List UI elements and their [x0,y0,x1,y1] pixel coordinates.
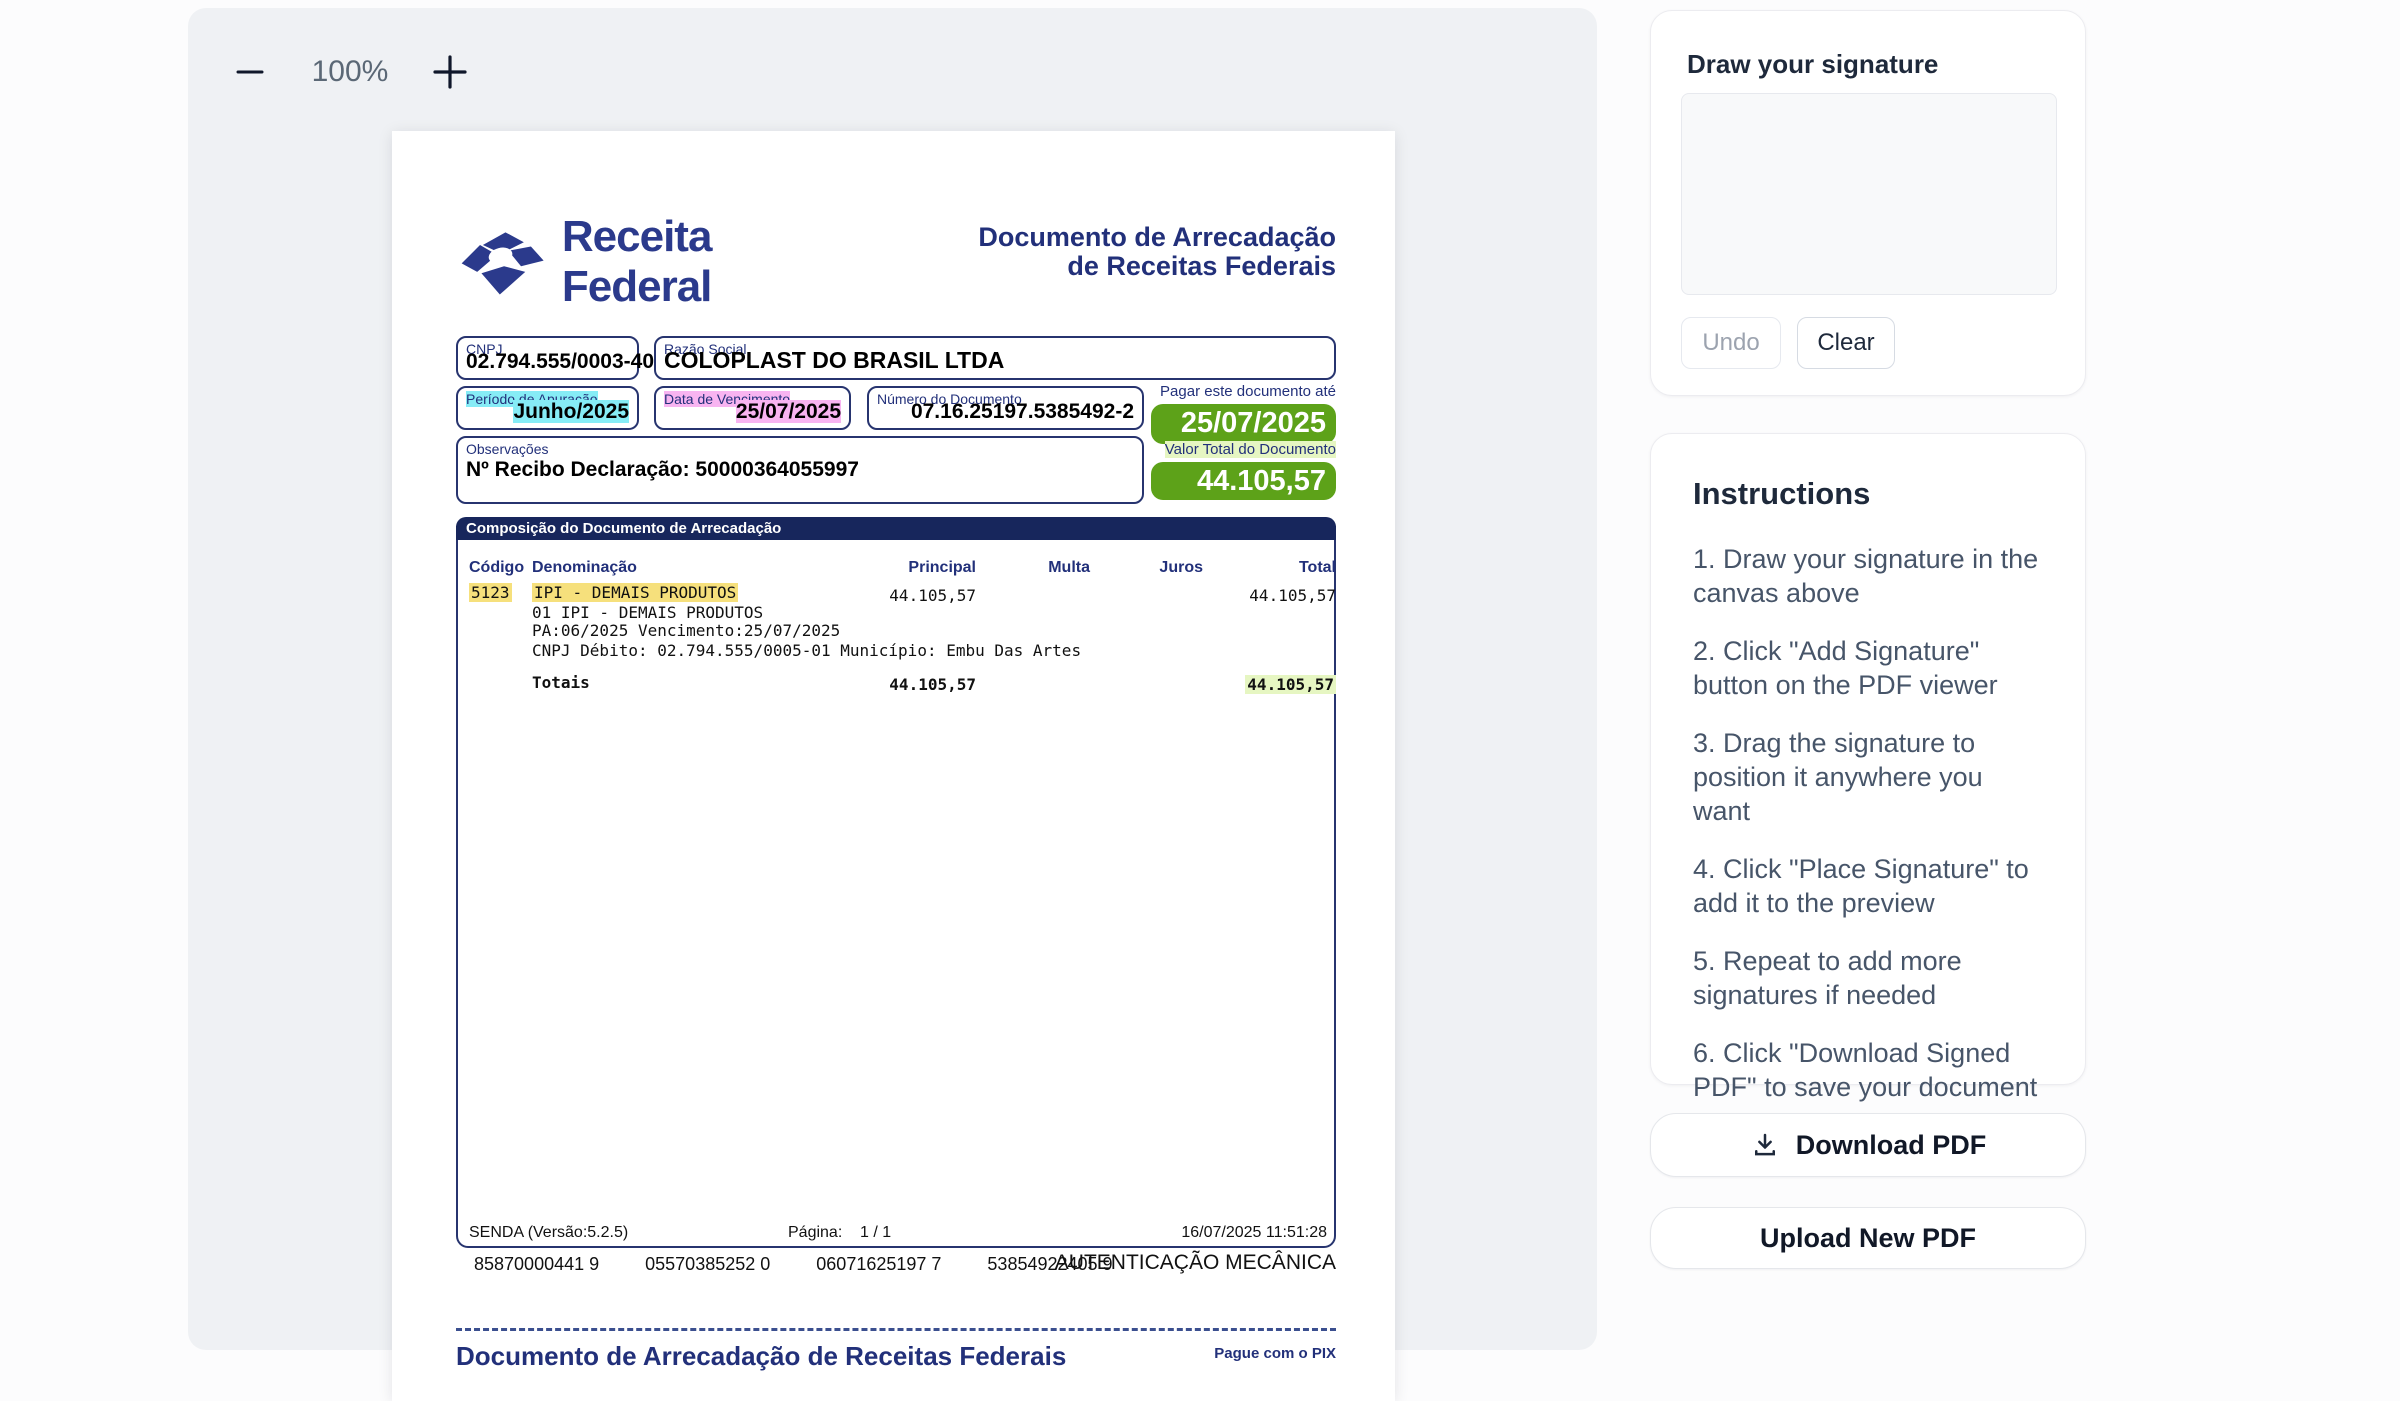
instruction-step: 2. Click "Add Signature" button on the P… [1693,634,2045,702]
pagar-ate-value: 25/07/2025 [1151,404,1336,444]
observacoes-label: Observações [466,441,548,457]
download-icon [1750,1130,1780,1160]
pdf-page: Receita Federal Documento de Arrecadação… [392,131,1395,1401]
valor-total-value: 44.105,57 [1151,462,1336,500]
plus-icon [430,52,470,92]
totais-principal: 44.105,57 [889,675,976,694]
undo-button[interactable]: Undo [1681,317,1781,369]
instruction-step: 1. Draw your signature in the canvas abo… [1693,542,2045,610]
instructions-title: Instructions [1693,476,1870,512]
document-title: Documento de Arrecadação de Receitas Fed… [978,223,1336,281]
periodo-apuracao-field: Período de Apuração Junho/2025 [456,386,639,430]
razao-social-value: COLOPLAST DO BRASIL LTDA [664,347,1326,374]
instructions-list: 1. Draw your signature in the canvas abo… [1693,542,2045,1128]
col-header-principal: Principal [908,559,976,577]
barcode-group: 05570385252 0 [645,1254,770,1275]
numero-documento-value: 07.16.25197.5385492-2 [877,400,1134,424]
cnpj-value: 02.794.555/0003-40 [466,350,629,374]
footer-pagina-value: 1 / 1 [860,1224,891,1242]
instruction-step: 3. Drag the signature to position it any… [1693,726,2045,828]
barcode-numbers: 85870000441 9 05570385252 0 06071625197 … [474,1254,1113,1275]
receita-federal-logo: Receita Federal [456,214,836,309]
logo-wordmark: Receita Federal [562,212,836,312]
totais-label: Totais [532,673,590,692]
row-codigo: 5123 [469,583,512,602]
numero-documento-field: Número do Documento 07.16.25197.5385492-… [867,386,1144,430]
next-section-title: Documento de Arrecadação de Receitas Fed… [456,1341,1066,1372]
table-title-bar: Composição do Documento de Arrecadação [456,517,1336,540]
razao-social-field: Razão Social COLOPLAST DO BRASIL LTDA [654,336,1336,380]
clear-button[interactable]: Clear [1797,317,1895,369]
footer-senda: SENDA (Versão:5.2.5) [469,1224,628,1242]
col-header-juros: Juros [1159,559,1203,577]
row-denominacao: IPI - DEMAIS PRODUTOS [532,583,738,602]
autenticacao-mecanica-label: AUTENTICAÇÃO MECÂNICA [1055,1251,1336,1275]
zoom-in-button[interactable] [430,49,470,95]
zoom-level-label: 100% [306,55,394,89]
signature-card: Draw your signature Undo Clear [1650,10,2086,396]
barcode-group: 85870000441 9 [474,1254,599,1275]
observacoes-field: Observações Nº Recibo Declaração: 500003… [456,436,1144,504]
totais-total: 44.105,57 [1245,675,1336,694]
periodo-apuracao-value: Junho/2025 [513,400,629,423]
upload-new-pdf-button[interactable]: Upload New PDF [1650,1207,2086,1269]
instructions-card: Instructions 1. Draw your signature in t… [1650,433,2086,1085]
row-detail-line: 01 IPI - DEMAIS PRODUTOS [532,603,763,622]
col-header-total: Total [1299,559,1336,577]
pagar-ate-label: Pagar este documento até [1160,383,1336,400]
row-detail-line: PA:06/2025 Vencimento:25/07/2025 [532,621,840,640]
signature-canvas[interactable] [1681,93,2057,295]
download-pdf-label: Download PDF [1796,1130,1987,1161]
observacoes-value: Nº Recibo Declaração: 50000364055997 [466,458,859,482]
row-total: 44.105,57 [1249,586,1336,605]
col-header-codigo: Código [469,559,524,577]
receita-federal-logo-icon [456,216,548,308]
upload-new-pdf-label: Upload New PDF [1760,1223,1976,1254]
cnpj-field: CNPJ 02.794.555/0003-40 [456,336,639,380]
footer-pagina-label: Página: [788,1224,842,1242]
row-principal: 44.105,57 [889,586,976,605]
instruction-step: 4. Click "Place Signature" to add it to … [1693,852,2045,920]
instruction-step: 5. Repeat to add more signatures if need… [1693,944,2045,1012]
download-pdf-button[interactable]: Download PDF [1650,1113,2086,1177]
instruction-step: 6. Click "Download Signed PDF" to save y… [1693,1036,2045,1104]
valor-total-label: Valor Total do Documento [1165,441,1336,458]
pix-label: Pague com o PIX [1214,1345,1336,1362]
footer-datetime: 16/07/2025 11:51:28 [1181,1224,1327,1242]
minus-icon [233,55,267,89]
col-header-denominacao: Denominação [532,559,637,577]
zoom-toolbar: 100% [230,48,470,96]
col-header-multa: Multa [1048,559,1090,577]
data-vencimento-value: 25/07/2025 [736,400,841,423]
zoom-out-button[interactable] [230,49,270,95]
barcode-group: 06071625197 7 [816,1254,941,1275]
signature-card-title: Draw your signature [1687,49,1938,80]
row-detail-line: CNPJ Débito: 02.794.555/0005-01 Municípi… [532,641,1081,660]
cut-line-separator [456,1328,1336,1331]
data-vencimento-field: Data de Vencimento 25/07/2025 [654,386,851,430]
